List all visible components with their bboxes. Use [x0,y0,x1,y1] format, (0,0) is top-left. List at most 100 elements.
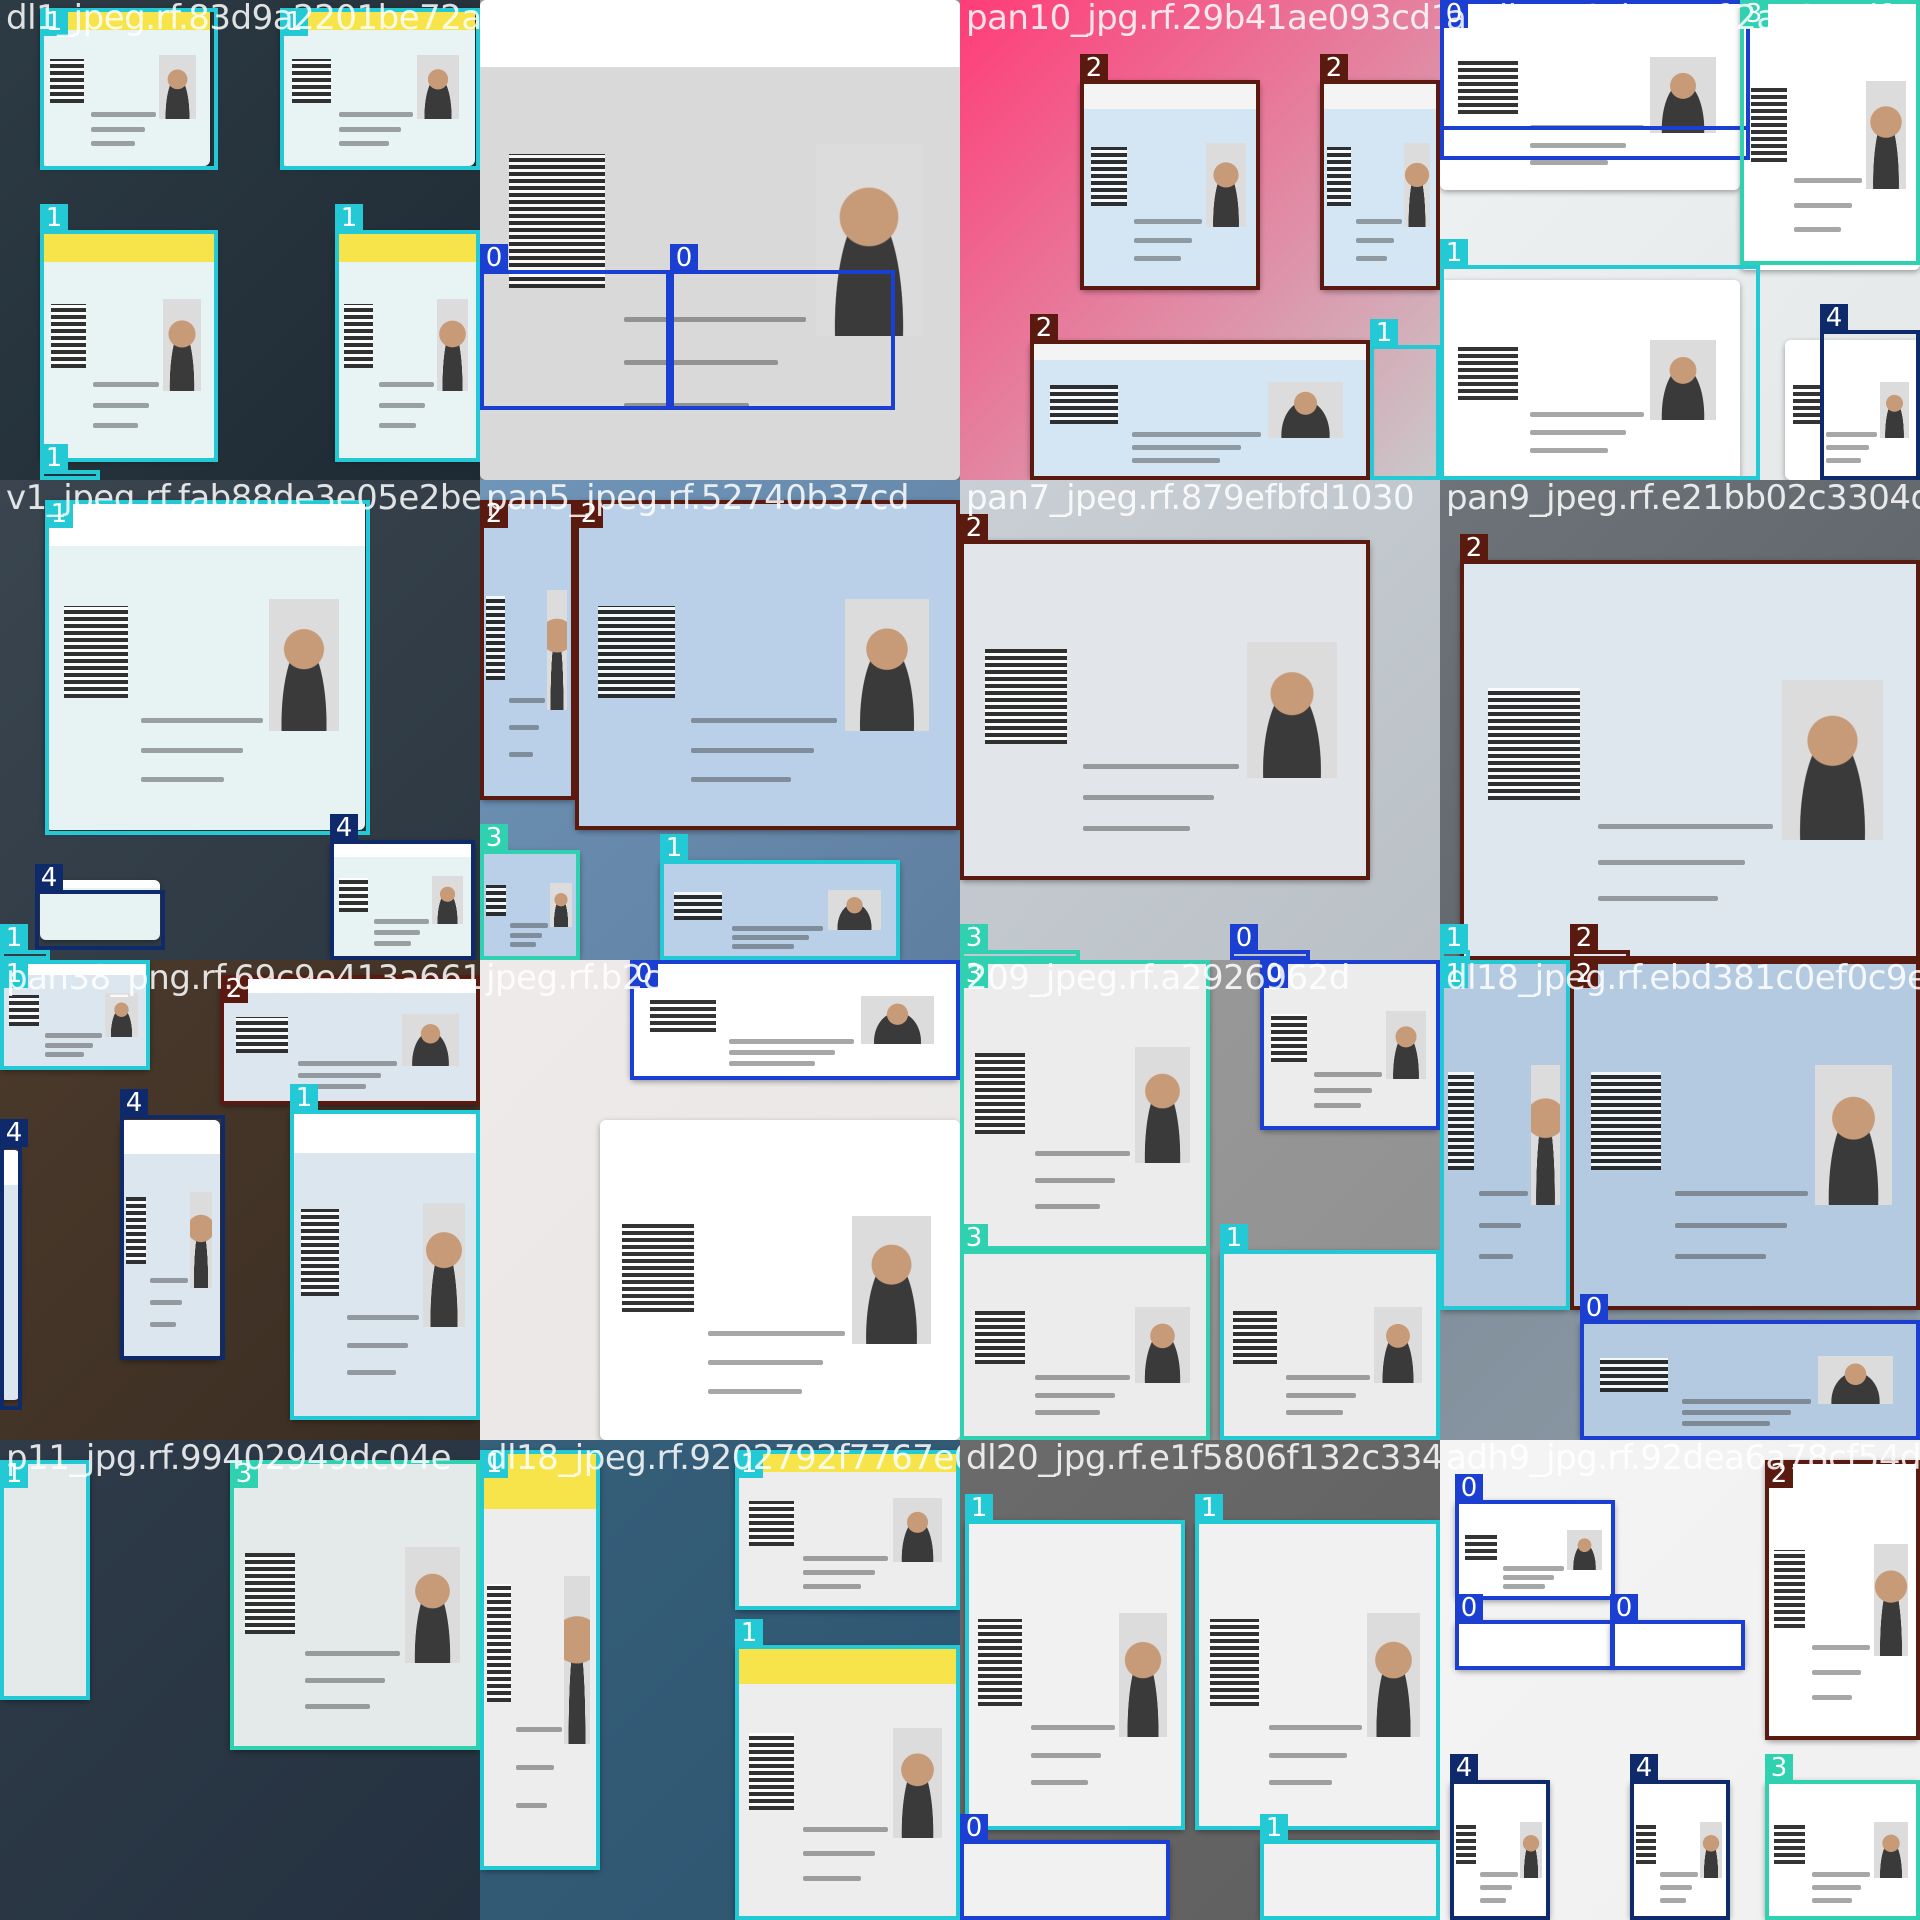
class-label: 2 [1080,54,1108,82]
class-label: 2 [575,500,603,528]
mosaic-tile: INCOME TAX DEPARTMENTGOVT. OF INDIAPerma… [480,480,960,960]
bounding-box: 4 [35,864,165,950]
mosaic-tile: KARNATAKA STATESHARMAKASHISHINDIAN303120… [960,960,1440,1440]
class-label: 1 [0,960,28,988]
bounding-box: 2 [1570,960,1920,1310]
class-label: 4 [1820,304,1848,332]
class-label: 3 [1740,0,1768,28]
class-label: 4 [120,1089,148,1117]
bounding-box: 4 [120,1089,225,1360]
class-label: 1 [1440,924,1468,952]
bounding-box: 2 [1030,314,1370,480]
bounding-box: 1 [735,1450,960,1610]
class-label: 0 [1455,1474,1483,1502]
class-label: 1 [335,204,363,232]
bounding-box: 1 [45,500,370,835]
bounding-box: 0 [960,1814,1170,1920]
bounding-box: 2 [1460,534,1920,960]
class-label: 3 [960,960,988,988]
card-header-band [600,1120,960,1165]
bounding-box: 0 [1260,960,1440,1130]
mosaic-tile: INFORMATIONAadhaar is a proof of identit… [480,960,960,1440]
bounding-box: 0 [1455,1474,1615,1600]
class-label: 1 [735,1450,763,1478]
class-label: 1 [1440,239,1468,267]
qr-code-icon [621,1222,694,1312]
mosaic-tile: 3176 4892 7622INFORMATIONAadhaar is a pr… [480,0,960,480]
class-label: 1 [1440,960,1468,988]
bounding-box: 3 [960,960,1210,1250]
card-text-line [1530,159,1608,165]
class-label: 2 [1570,924,1598,952]
bounding-box: 1 [335,204,480,462]
class-label: 1 [1260,1814,1288,1842]
mosaic-tile: ಕರ್ನಾಟಕ ಸರ್ಕಾರTRANSPORT DEPARTMENT11111d… [0,0,480,480]
class-label: 1 [40,444,68,472]
bounding-box: 3 [230,1460,480,1750]
mosaic-tile: 03/02/1992Permanent Account NumberGYOPS8… [1440,960,1920,1440]
bounding-box: 1 [1260,1814,1440,1920]
class-label: 0 [670,244,698,272]
qr-code-icon [508,153,605,288]
mosaic-tile: आयकर विभागINCOME TAX DEPARTMENTSHIVCHARA… [1440,1440,1920,1920]
bounding-box: 2 [480,500,575,800]
class-label: 2 [1030,314,1058,342]
bounding-box: 4 [1820,304,1920,480]
bounding-box: 1 [0,1460,90,1700]
bounding-box: 1 [660,834,900,960]
class-label: 2 [1765,1460,1793,1488]
class-label: 3 [1765,1754,1793,1782]
mosaic-tile: TRANSPORT DEPARTMENT1441v1_jpeg.rf.fab88… [0,480,480,960]
bounding-box: 3 [960,924,1080,960]
class-label: 2 [1570,960,1598,988]
mosaic-tile: 6122 5271 1538ಕರ್ನಾಟಕ ರಾಜ್ಯINDIAN UNION … [1440,0,1920,480]
bounding-box: 1 [40,204,218,462]
class-label: 0 [1580,1294,1608,1322]
class-label: 0 [630,960,658,988]
bounding-box: 1 [40,444,100,480]
card-text-line [708,1388,802,1394]
bounding-box: 1 [1440,239,1760,480]
bounding-box: 0 [1230,924,1310,960]
class-label: 1 [290,1084,318,1112]
class-label: 4 [35,864,63,892]
class-label: 1 [0,1460,28,1488]
card-text-line [708,1331,845,1337]
bounding-box: 1 [0,924,50,960]
mosaic-tile: 12441pan38_png.rf.69c9e413a661a584f1 [0,960,480,1440]
bounding-box: 1 [290,1084,480,1420]
bounding-box: 2 [1765,1460,1920,1740]
bounding-box: 2 [575,500,960,830]
class-label: 0 [1260,960,1288,988]
bounding-box: 0 [670,244,895,410]
bounding-box: 1 [1440,924,1470,960]
class-label: 1 [660,834,688,862]
card-photo [852,1216,932,1344]
card-header-band [480,0,960,68]
class-label: 3 [230,1460,258,1488]
class-label: 2 [960,514,988,542]
class-label: 3 [480,824,508,852]
bounding-box: 0 [480,244,670,410]
bounding-box: 2 [960,514,1370,880]
class-label: 0 [960,1814,988,1842]
class-label: 2 [1320,54,1348,82]
class-label: 1 [40,8,68,36]
mosaic-tile: आयकर विभागभारत सरकारINCOME TAX DEPARTMEN… [960,0,1440,480]
bounding-box: 1 [1440,960,1570,1310]
class-label: 1 [45,500,73,528]
class-label: 0 [1610,1594,1638,1622]
class-label: 0 [1455,1594,1483,1622]
class-label: 1 [1195,1494,1223,1522]
bounding-box: 3 [1740,0,1920,265]
bounding-box: 4 [1450,1754,1550,1920]
mosaic-tile: INDIAN UNION111dl18_jpeg.rf.9202792f7767… [480,1440,960,1920]
bounding-box: 3 [480,824,580,960]
class-label: 1 [480,1450,508,1478]
class-label: 0 [1440,0,1468,28]
bounding-box: 1 [1220,1224,1440,1440]
class-label: 3 [960,924,988,952]
mosaic-tile: आयकर विभागभारत सरकारINCOME TAX DEPARTMEN… [1440,480,1920,960]
bounding-box: 1 [0,960,150,1070]
bounding-box: 4 [330,814,475,960]
